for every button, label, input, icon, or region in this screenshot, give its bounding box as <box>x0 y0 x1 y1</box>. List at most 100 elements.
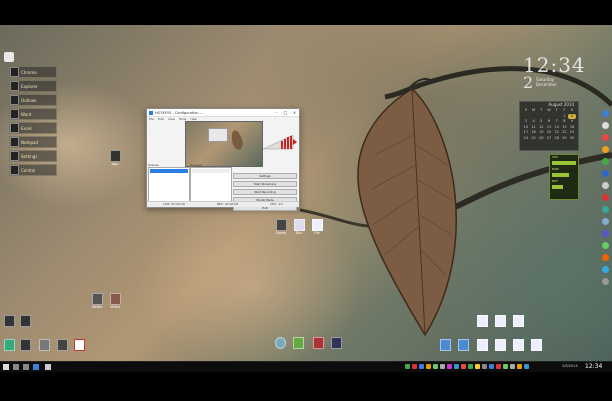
tray-icon[interactable] <box>510 364 515 369</box>
launcher-item[interactable]: Settings <box>9 150 57 162</box>
preview-leaf <box>229 129 245 151</box>
desktop-icon[interactable]: Video <box>106 293 124 309</box>
tray-icon[interactable] <box>503 364 508 369</box>
dock-icon[interactable] <box>602 266 609 273</box>
tray-icon[interactable] <box>475 364 480 369</box>
calendar-day[interactable]: 25 <box>530 136 538 142</box>
desktop-icon[interactable] <box>473 339 491 351</box>
close-icon[interactable]: × <box>290 110 299 115</box>
desktop-icon[interactable]: Doc <box>290 219 308 235</box>
launcher-item[interactable]: Notepad <box>9 136 57 148</box>
tray-icon[interactable] <box>426 364 431 369</box>
desktop-icon[interactable] <box>327 337 345 349</box>
dock-icon[interactable] <box>602 218 609 225</box>
dock-icon[interactable] <box>602 242 609 249</box>
tray-icon[interactable] <box>496 364 501 369</box>
desktop-icon[interactable] <box>436 339 454 351</box>
taskbar-app[interactable] <box>45 364 51 370</box>
app-window[interactable]: HOTKEYS - Configuration ... – □ × File E… <box>146 108 300 211</box>
dock-icon[interactable] <box>602 206 609 213</box>
desktop-icon[interactable] <box>271 337 289 349</box>
calendar-day[interactable]: 26 <box>537 136 545 142</box>
launcher-item[interactable]: Outlook <box>9 94 57 106</box>
menu-file[interactable]: File <box>149 117 154 122</box>
calendar-day[interactable]: 30 <box>568 136 576 142</box>
desktop-icon[interactable] <box>509 339 527 351</box>
calendar-day[interactable]: 28 <box>553 136 561 142</box>
tray-icon[interactable] <box>405 364 410 369</box>
taskbar-app[interactable] <box>13 364 19 370</box>
file-icon <box>512 315 524 327</box>
start-streaming-button[interactable]: Start Streaming <box>233 181 297 187</box>
menu-view[interactable]: View <box>168 117 175 122</box>
dock-icon[interactable] <box>602 158 609 165</box>
desktop-icon[interactable] <box>527 339 545 351</box>
dock-icon[interactable] <box>602 170 609 177</box>
tray-icon[interactable] <box>440 364 445 369</box>
start-button[interactable] <box>3 364 9 370</box>
desktop-icon[interactable]: Game <box>272 219 290 235</box>
settings-button[interactable]: Settings <box>233 173 297 179</box>
tray-icon[interactable] <box>468 364 473 369</box>
desktop-icon[interactable] <box>289 337 307 349</box>
top-left-app-icon[interactable] <box>4 52 14 62</box>
dock-icon[interactable] <box>602 182 609 189</box>
dock-icon[interactable] <box>602 230 609 237</box>
app-icon <box>19 315 31 327</box>
dock-icon[interactable] <box>602 110 609 117</box>
desktop-icon[interactable] <box>35 339 53 351</box>
desktop[interactable]: Chrome Explorer Outlook Word Excel Notep… <box>0 25 612 361</box>
list-item[interactable] <box>192 169 230 173</box>
minimize-icon[interactable]: – <box>272 110 281 115</box>
desktop-icon[interactable] <box>509 315 527 327</box>
dock-icon[interactable] <box>602 254 609 261</box>
desktop-icon[interactable]: App <box>106 150 124 166</box>
sources-list[interactable] <box>190 167 232 204</box>
taskbar-app[interactable] <box>23 364 29 370</box>
desktop-icon[interactable] <box>309 337 327 349</box>
scenes-list[interactable] <box>148 167 190 204</box>
list-item[interactable] <box>150 169 188 173</box>
tray-icon[interactable] <box>454 364 459 369</box>
tray-icon[interactable] <box>419 364 424 369</box>
app-icon <box>274 337 286 349</box>
desktop-icon[interactable]: Media <box>88 293 106 309</box>
tray-icon[interactable] <box>489 364 494 369</box>
launcher-item[interactable]: Chrome <box>9 66 57 78</box>
dock-icon[interactable] <box>602 278 609 285</box>
dock-icon[interactable] <box>602 146 609 153</box>
calendar-day[interactable]: 24 <box>522 136 530 142</box>
launcher-item[interactable]: Excel <box>9 122 57 134</box>
tray-icon[interactable] <box>517 364 522 369</box>
menu-edit[interactable]: Edit <box>158 117 164 122</box>
calendar-day[interactable]: 27 <box>545 136 553 142</box>
desktop-icon[interactable] <box>16 339 34 351</box>
maximize-icon[interactable]: □ <box>281 110 290 115</box>
launcher-item[interactable]: Word <box>9 108 57 120</box>
desktop-icon[interactable] <box>16 315 34 327</box>
desktop-icon[interactable] <box>454 339 472 351</box>
tray-icon[interactable] <box>412 364 417 369</box>
tray-icon[interactable] <box>524 364 529 369</box>
taskbar-clock[interactable]: 12:34 <box>585 363 602 370</box>
window-titlebar[interactable]: HOTKEYS - Configuration ... – □ × <box>147 109 299 117</box>
dock-icon[interactable] <box>602 134 609 141</box>
tray-icon[interactable] <box>482 364 487 369</box>
calendar-day[interactable]: 29 <box>561 136 569 142</box>
desktop-icon[interactable] <box>70 339 88 351</box>
desktop-icon[interactable] <box>491 315 509 327</box>
preview-canvas[interactable] <box>185 121 263 167</box>
taskbar-app[interactable] <box>33 364 39 370</box>
start-recording-button[interactable]: Start Recording <box>233 189 297 195</box>
desktop-icon[interactable] <box>491 339 509 351</box>
tray-icon[interactable] <box>433 364 438 369</box>
desktop-icon[interactable] <box>473 315 491 327</box>
desktop-icon[interactable]: File <box>308 219 326 235</box>
dock-icon[interactable] <box>602 194 609 201</box>
dock-icon[interactable] <box>602 122 609 129</box>
tray-icon[interactable] <box>461 364 466 369</box>
tray-icon[interactable] <box>447 364 452 369</box>
desktop-icon[interactable] <box>53 339 71 351</box>
launcher-item[interactable]: Control <box>9 164 57 176</box>
launcher-item[interactable]: Explorer <box>9 80 57 92</box>
